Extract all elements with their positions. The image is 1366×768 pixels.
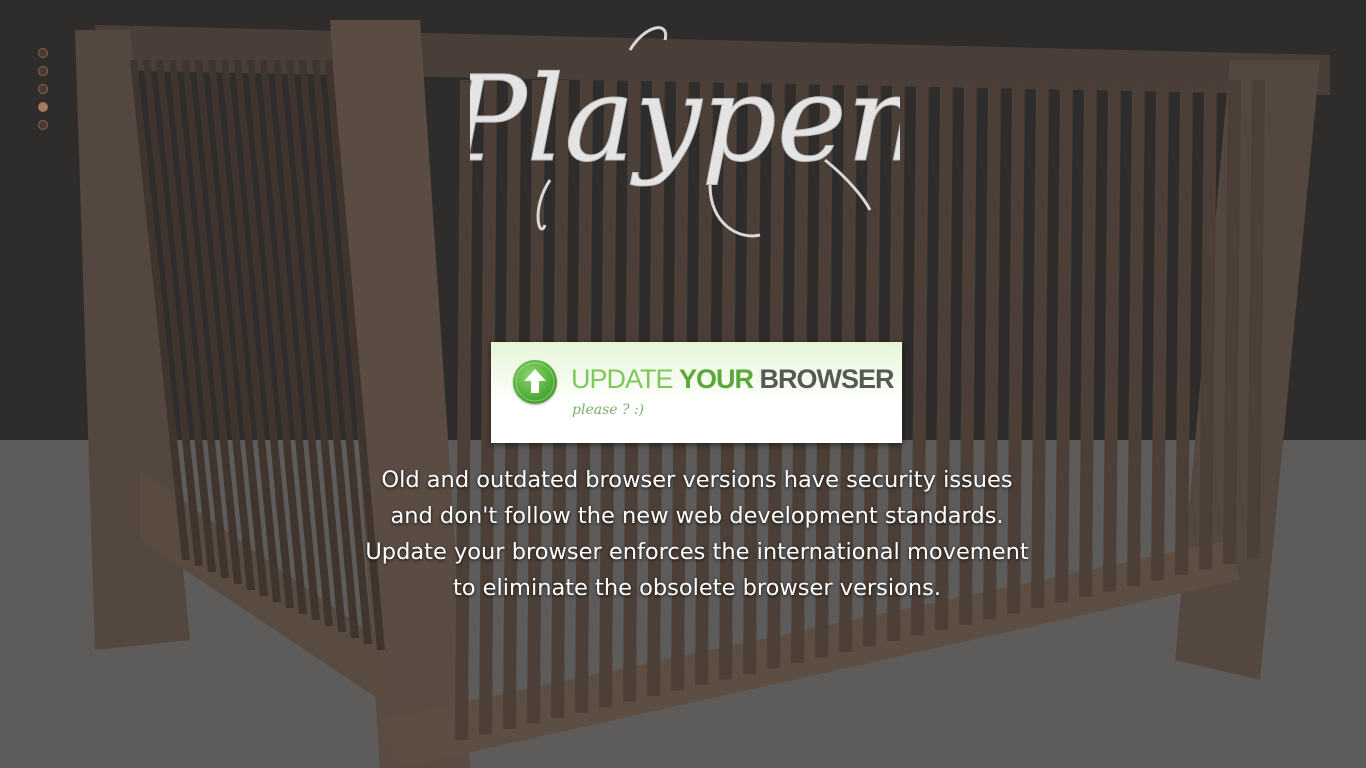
update-browser-button[interactable]: UPDATE YOUR BROWSER please ? :): [491, 342, 902, 443]
slide-dot-2[interactable]: [38, 66, 48, 76]
slide-dot-3[interactable]: [38, 84, 48, 94]
outdated-browser-message: Old and outdated browser versions have s…: [333, 462, 1061, 606]
browser-word: BROWSER: [759, 364, 895, 394]
update-banner-subtitle: please ? :): [572, 402, 645, 418]
slide-dot-5[interactable]: [38, 120, 48, 130]
message-line-2: and don't follow the new web development…: [390, 503, 1004, 529]
message-line-1: Old and outdated browser versions have s…: [381, 467, 1013, 493]
your-word: YOUR: [679, 364, 760, 394]
page: Playpen UPDATE YOUR BROWSER please ? :) …: [0, 0, 1366, 768]
message-line-3: Update your browser enforces the interna…: [365, 539, 1029, 565]
slide-dot-1[interactable]: [38, 48, 48, 58]
slide-navigation-dots: [38, 48, 52, 130]
slide-dot-4[interactable]: [38, 102, 48, 112]
up-arrow-icon: [513, 360, 557, 404]
message-line-4: to eliminate the obsolete browser versio…: [452, 575, 942, 601]
update-banner-title: UPDATE YOUR BROWSER: [571, 364, 895, 395]
playpen-logo: Playpen: [445, 10, 923, 250]
update-word: UPDATE: [571, 364, 680, 394]
